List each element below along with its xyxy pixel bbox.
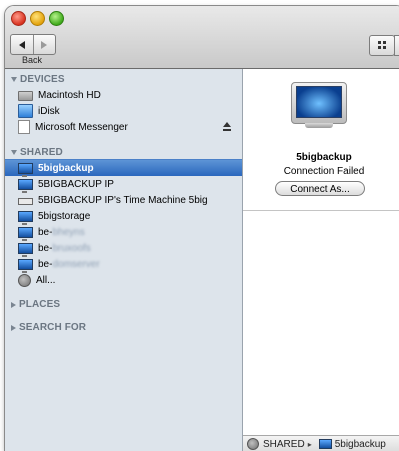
toolbar: Back (5, 6, 399, 69)
back-label: Back (21, 55, 42, 65)
path-separator: ▸ (307, 439, 312, 449)
disclosure-collapsed-icon (11, 301, 16, 308)
hard-drive-icon (18, 91, 33, 101)
monitor-icon (18, 226, 33, 241)
idisk-icon (18, 104, 33, 118)
sidebar-section-devices[interactable]: DEVICES (11, 74, 65, 85)
sidebar-item-label: bruxoofs (52, 242, 91, 254)
monitor-icon (18, 242, 33, 257)
finder-window: Back DEVICES Macintosh HD iDisk Microsof… (5, 6, 399, 451)
time-machine-icon (18, 198, 33, 205)
back-button[interactable] (11, 35, 33, 54)
disclosure-expanded-icon (11, 77, 17, 82)
sidebar-item-macintosh-hd[interactable]: Macintosh HD (5, 87, 242, 103)
disk-image-icon (18, 120, 30, 134)
disclosure-collapsed-icon (11, 324, 16, 331)
server-preview: 5bigbackup Connection Failed Connect As.… (243, 69, 399, 211)
sidebar-section-label: DEVICES (20, 74, 65, 85)
server-name: 5bigbackup (296, 152, 352, 163)
sidebar-item-prefix: be- (38, 226, 53, 238)
left-arrow-icon (18, 40, 25, 49)
grid-icon-dot (378, 46, 381, 49)
content-pane: 5bigbackup Connection Failed Connect As.… (243, 69, 399, 451)
monitor-icon (18, 162, 33, 177)
path-segment-server[interactable]: 5bigbackup (335, 439, 386, 450)
sidebar-item-label: Microsoft Messenger (35, 121, 128, 133)
monitor-icon (18, 210, 33, 225)
sidebar-item-label: 5bigstorage (38, 210, 91, 222)
server-monitor-icon (291, 82, 347, 128)
sidebar-item-be-2[interactable]: be-bruxoofs (5, 240, 242, 257)
sidebar-section-label: SHARED (20, 147, 63, 158)
sidebar-item-label: bheyns (52, 226, 85, 238)
zoom-window-button[interactable] (49, 11, 64, 26)
path-bar: SHARED ▸ 5bigbackup (243, 435, 399, 451)
eject-icon[interactable] (222, 122, 232, 132)
minimize-window-button[interactable] (30, 11, 45, 26)
sidebar-section-places[interactable]: PLACES (11, 299, 60, 310)
sidebar-item-label: 5BIGBACKUP IP (38, 178, 114, 190)
sidebar-item-be-3[interactable]: be-domserver (5, 256, 242, 273)
sidebar-item-label: Macintosh HD (38, 89, 101, 101)
sidebar-item-label: All... (36, 274, 56, 286)
sidebar: DEVICES Macintosh HD iDisk Microsoft Mes… (5, 69, 243, 451)
icon-view-button[interactable] (369, 35, 395, 56)
path-segment-shared[interactable]: SHARED (263, 439, 305, 450)
grid-icon-dot (383, 41, 386, 44)
network-globe-icon (247, 438, 259, 450)
monitor-icon (18, 178, 33, 193)
sidebar-item-microsoft-messenger[interactable]: Microsoft Messenger (5, 119, 242, 135)
forward-button[interactable] (32, 35, 56, 54)
right-arrow-icon (41, 40, 48, 49)
back-forward-control (10, 34, 56, 55)
disclosure-expanded-icon (11, 150, 17, 155)
connect-as-button[interactable]: Connect As... (275, 181, 365, 196)
sidebar-item-all[interactable]: All... (5, 272, 242, 288)
sidebar-item-prefix: be- (38, 258, 53, 270)
sidebar-item-label: 5bigbackup (38, 162, 94, 174)
sidebar-section-shared[interactable]: SHARED (11, 147, 63, 158)
sidebar-item-5bigstorage[interactable]: 5bigstorage (5, 208, 242, 225)
close-window-button[interactable] (11, 11, 26, 26)
sidebar-item-label: domserver (52, 258, 100, 270)
monitor-icon (18, 258, 33, 273)
sidebar-section-search-for[interactable]: SEARCH FOR (11, 322, 86, 333)
sidebar-item-label: iDisk (38, 105, 60, 117)
grid-icon-dot (383, 46, 386, 49)
sidebar-item-time-machine[interactable]: 5BIGBACKUP IP's Time Machine 5big (5, 192, 242, 208)
list-view-button[interactable] (394, 35, 399, 56)
grid-icon (378, 41, 381, 44)
connection-status: Connection Failed (283, 166, 365, 177)
sidebar-section-label: SEARCH FOR (19, 322, 87, 333)
sidebar-item-be-1[interactable]: be-bheyns (5, 224, 242, 241)
sidebar-item-label: 5BIGBACKUP IP's Time Machine 5big (38, 194, 208, 206)
sidebar-item-prefix: be- (38, 242, 53, 254)
sidebar-item-5bigbackup[interactable]: 5bigbackup (5, 159, 242, 177)
network-globe-icon (18, 273, 31, 287)
sidebar-item-5bigbackup-ip[interactable]: 5BIGBACKUP IP (5, 176, 242, 193)
sidebar-item-idisk[interactable]: iDisk (5, 103, 242, 119)
monitor-icon (318, 439, 332, 449)
sidebar-section-label: PLACES (19, 299, 61, 310)
